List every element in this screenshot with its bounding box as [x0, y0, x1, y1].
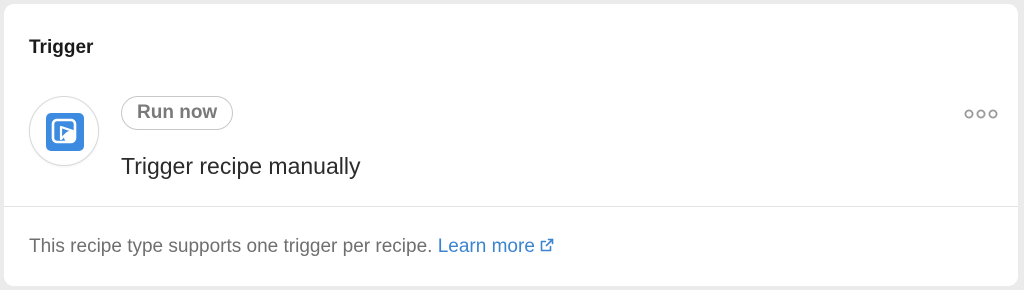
- run-now-badge: Run now: [121, 96, 234, 130]
- section-divider: [4, 206, 1018, 207]
- footer-note: This recipe type supports one trigger pe…: [29, 235, 555, 259]
- section-title: Trigger: [29, 37, 94, 58]
- more-options-icon[interactable]: [964, 107, 998, 121]
- learn-more-label: Learn more: [437, 236, 535, 257]
- learn-more-link[interactable]: Learn more: [438, 236, 555, 257]
- external-link-icon: [540, 238, 554, 252]
- trigger-title[interactable]: Trigger recipe manually: [121, 152, 360, 180]
- trigger-card: Trigger Run now Trigger recipe manually …: [4, 4, 1018, 286]
- manual-trigger-icon: [46, 113, 84, 151]
- footer-text: This recipe type supports one trigger pe…: [29, 236, 433, 257]
- trigger-app-icon-container[interactable]: [29, 96, 99, 166]
